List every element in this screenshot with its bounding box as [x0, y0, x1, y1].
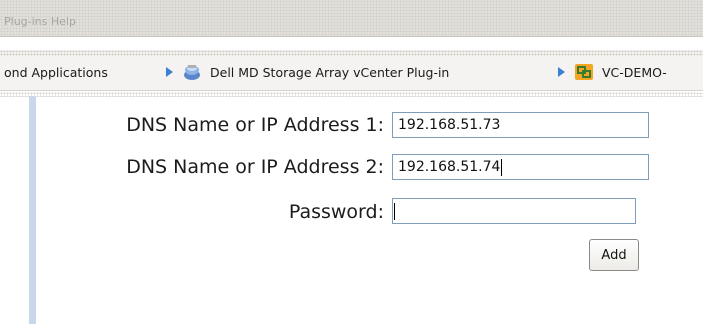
password-label: Password:	[288, 201, 384, 223]
password-field[interactable]	[392, 198, 636, 224]
vcenter-icon	[574, 63, 594, 81]
dns2-field[interactable]: 192.168.51.74	[392, 154, 649, 180]
text-cursor	[394, 202, 395, 220]
dns2-label: DNS Name or IP Address 2:	[126, 156, 384, 178]
breadcrumb-arrow-icon[interactable]	[558, 67, 565, 77]
dns1-field[interactable]: 192.168.51.73	[392, 112, 649, 138]
dns1-value: 192.168.51.73	[398, 117, 501, 133]
dns1-label: DNS Name or IP Address 1:	[126, 114, 384, 136]
breadcrumb: ond Applications Dell MD Storage Array v…	[0, 50, 703, 97]
toolbar-texture	[0, 50, 703, 56]
breadcrumb-label: ond Applications	[4, 64, 108, 80]
breadcrumb-label: Dell MD Storage Array vCenter Plug-in	[210, 64, 450, 80]
toolbar-texture	[0, 92, 703, 97]
add-button[interactable]: Add	[589, 239, 639, 271]
dns2-value: 192.168.51.74	[398, 159, 501, 175]
breadcrumb-label: VC-DEMO-	[602, 64, 667, 80]
breadcrumb-arrow-icon[interactable]	[166, 67, 173, 77]
breadcrumb-item-storage-plugin[interactable]: Dell MD Storage Array vCenter Plug-in	[182, 63, 449, 81]
text-cursor	[501, 158, 503, 176]
menu-bar: Plug-ins Help	[0, 0, 703, 37]
panel-left-border	[29, 96, 36, 324]
menu-items-text[interactable]: Plug-ins Help	[4, 15, 76, 28]
storage-plugin-icon	[182, 63, 202, 81]
breadcrumb-item-applications[interactable]: ond Applications	[4, 63, 108, 81]
breadcrumb-item-vcenter[interactable]: VC-DEMO-	[574, 63, 667, 81]
